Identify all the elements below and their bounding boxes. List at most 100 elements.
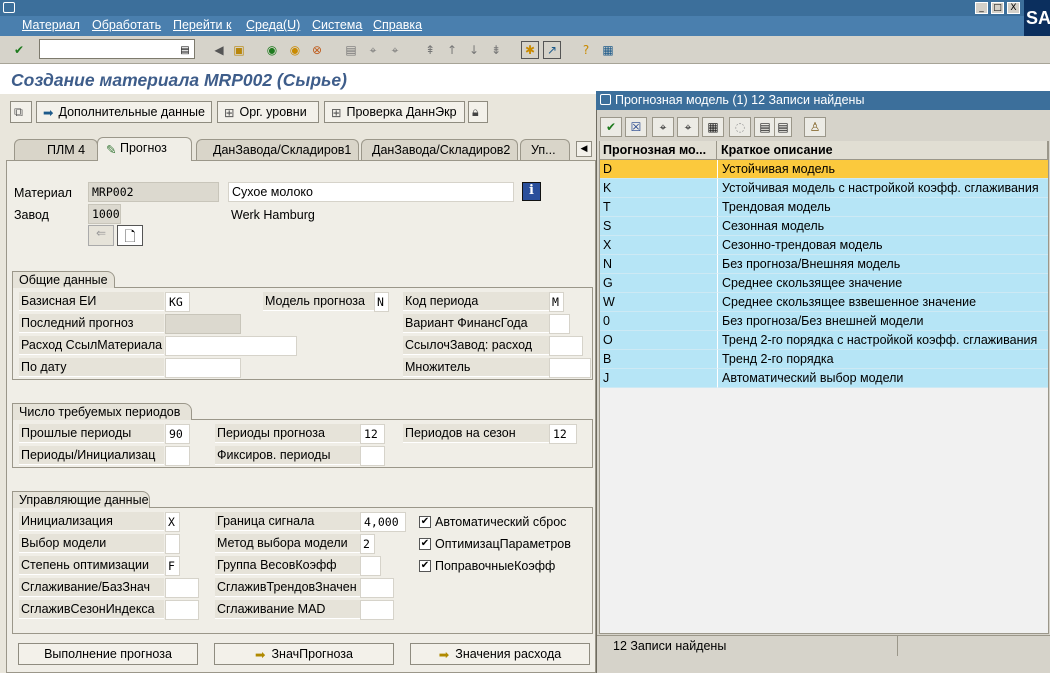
cancel-icon[interactable]: ⊗ xyxy=(308,41,326,59)
row-code[interactable]: X xyxy=(600,236,717,255)
selection-procedure-field[interactable]: 2 xyxy=(360,534,375,554)
period-indicator-field[interactable]: M xyxy=(549,292,564,312)
ref-plant-consumption-field[interactable] xyxy=(549,336,583,356)
row-description[interactable]: Автоматический выбор модели xyxy=(717,369,1048,388)
row-code[interactable]: S xyxy=(600,217,717,236)
popup-find-icon[interactable]: ⌖ xyxy=(652,117,674,137)
forecast-model-field[interactable]: N xyxy=(374,292,389,312)
optimize-params-checkbox[interactable]: ✔ xyxy=(419,538,431,550)
init-periods-field[interactable] xyxy=(165,446,190,466)
seasonal-index-smoothing-field[interactable] xyxy=(165,600,199,620)
popup-print-icon[interactable]: ▤ xyxy=(754,117,776,137)
help-icon[interactable]: ? xyxy=(577,41,595,59)
periods-per-season-field[interactable]: 12 xyxy=(549,424,577,444)
fixed-periods-field[interactable] xyxy=(360,446,385,466)
mad-smoothing-field[interactable] xyxy=(360,600,394,620)
row-code[interactable]: 0 xyxy=(600,312,717,331)
row-code[interactable]: O xyxy=(600,331,717,350)
popup-settings-icon[interactable]: ♙ xyxy=(804,117,826,137)
multiplier-field[interactable] xyxy=(549,358,591,378)
row-description[interactable]: Тренд 2-го порядка с настройкой коэфф. с… xyxy=(717,331,1048,350)
popup-cancel-icon[interactable]: ☒ xyxy=(625,117,647,137)
save-icon[interactable]: ▣ xyxy=(230,41,248,59)
past-periods-field[interactable]: 90 xyxy=(165,424,190,444)
row-description[interactable]: Устойчивая модель xyxy=(717,160,1048,179)
exit-icon[interactable]: ◉ xyxy=(286,41,304,59)
back-icon[interactable]: ◉ xyxy=(263,41,281,59)
tab-plant-data-2[interactable]: ДанЗавода/Складиров2 xyxy=(361,139,518,161)
menu-edit[interactable]: Обработать xyxy=(92,18,161,32)
row-description[interactable]: Среднее скользящее взвешенное значение xyxy=(717,293,1048,312)
menu-system[interactable]: Система xyxy=(312,18,362,32)
row-code[interactable]: J xyxy=(600,369,717,388)
row-code[interactable]: D xyxy=(600,160,717,179)
ref-material-consumption-field[interactable] xyxy=(165,336,297,356)
row-description[interactable]: Без прогноза/Без внешней модели xyxy=(717,312,1048,331)
correction-factors-checkbox[interactable]: ✔ xyxy=(419,560,431,572)
basic-value-smoothing-field[interactable] xyxy=(165,578,199,598)
popup-export-icon[interactable]: ▤ xyxy=(774,117,792,137)
layout-menu-icon[interactable]: ▦ xyxy=(599,41,617,59)
column-header-description[interactable]: Краткое описание xyxy=(717,141,1048,160)
close-window-button[interactable]: X xyxy=(1007,2,1020,14)
model-selection-field[interactable] xyxy=(165,534,180,554)
find-icon[interactable]: ⌖ xyxy=(364,41,382,59)
additional-data-button[interactable]: ➡ Дополнительные данные xyxy=(36,101,212,123)
auto-reset-checkbox[interactable]: ✔ xyxy=(419,516,431,528)
org-levels-button[interactable]: ⊞ Орг. уровни xyxy=(217,101,319,123)
row-description[interactable]: Сезонно-трендовая модель xyxy=(717,236,1048,255)
base-uom-field[interactable]: KG xyxy=(165,292,190,312)
row-description[interactable]: Устойчивая модель с настройкой коэфф. сг… xyxy=(717,179,1048,198)
menu-environment[interactable]: Среда(U) xyxy=(246,18,300,32)
menu-material[interactable]: Материал xyxy=(22,18,80,32)
to-date-field[interactable] xyxy=(165,358,241,378)
popup-sort-icon[interactable]: ▦ xyxy=(702,117,724,137)
tab-mrp4[interactable]: ПЛМ 4 xyxy=(14,139,98,161)
optimization-level-field[interactable]: F xyxy=(165,556,180,576)
previous-entry-icon[interactable]: ⇐ xyxy=(88,225,114,246)
tab-forecast[interactable]: ✎ Прогноз xyxy=(97,137,192,161)
command-field[interactable] xyxy=(39,39,195,59)
forecast-periods-field[interactable]: 12 xyxy=(360,424,385,444)
collapse-icon[interactable]: ◀ xyxy=(210,41,228,59)
row-description[interactable]: Трендовая модель xyxy=(717,198,1048,217)
row-description[interactable]: Среднее скользящее значение xyxy=(717,274,1048,293)
row-code[interactable]: B xyxy=(600,350,717,369)
previous-page-icon[interactable]: ↑ xyxy=(443,41,461,59)
popup-info-icon[interactable]: ◌ xyxy=(729,117,751,137)
popup-confirm-icon[interactable]: ✔ xyxy=(600,117,622,137)
info-icon[interactable]: i xyxy=(522,182,541,201)
shortcut-icon[interactable]: ↗ xyxy=(543,41,561,59)
restore-button[interactable]: □ xyxy=(991,2,1004,14)
forecast-values-button[interactable]: ➡ ЗначПрогноза xyxy=(214,643,394,665)
row-description[interactable]: Сезонная модель xyxy=(717,217,1048,236)
menu-help[interactable]: Справка xyxy=(373,18,422,32)
minimize-button[interactable]: _ xyxy=(975,2,988,14)
tab-scroll-left-button[interactable]: ◀ xyxy=(576,141,592,157)
weighting-group-field[interactable] xyxy=(360,556,381,576)
create-session-icon[interactable]: ✱ xyxy=(521,41,539,59)
command-history-icon[interactable]: ▤ xyxy=(179,43,191,57)
row-code[interactable]: W xyxy=(600,293,717,312)
print-icon[interactable]: ▤ xyxy=(342,41,360,59)
next-page-icon[interactable]: ↓ xyxy=(465,41,483,59)
fiscal-year-variant-field[interactable] xyxy=(549,314,570,334)
menu-goto[interactable]: Перейти к xyxy=(173,18,231,32)
lock-button[interactable]: 🔒︎ xyxy=(468,101,488,123)
trend-smoothing-field[interactable] xyxy=(360,578,394,598)
row-code[interactable]: T xyxy=(600,198,717,217)
initialization-field[interactable]: X xyxy=(165,512,180,532)
popup-find-next-icon[interactable]: ⌖ xyxy=(677,117,699,137)
tab-more[interactable]: Уп... xyxy=(520,139,570,161)
row-code[interactable]: K xyxy=(600,179,717,198)
find-next-icon[interactable]: ⌖ xyxy=(386,41,404,59)
run-forecast-button[interactable]: Выполнение прогноза xyxy=(18,643,198,665)
consumption-values-button[interactable]: ➡ Значения расхода xyxy=(410,643,590,665)
row-description[interactable]: Тренд 2-го порядка xyxy=(717,350,1048,369)
row-code[interactable]: G xyxy=(600,274,717,293)
tab-plant-data-1[interactable]: ДанЗавода/Складиров1 xyxy=(196,139,359,161)
first-page-icon[interactable]: ⇞ xyxy=(421,41,439,59)
popup-system-icon[interactable] xyxy=(600,94,611,105)
row-code[interactable]: N xyxy=(600,255,717,274)
other-material-button[interactable]: ⧉ xyxy=(10,101,32,123)
